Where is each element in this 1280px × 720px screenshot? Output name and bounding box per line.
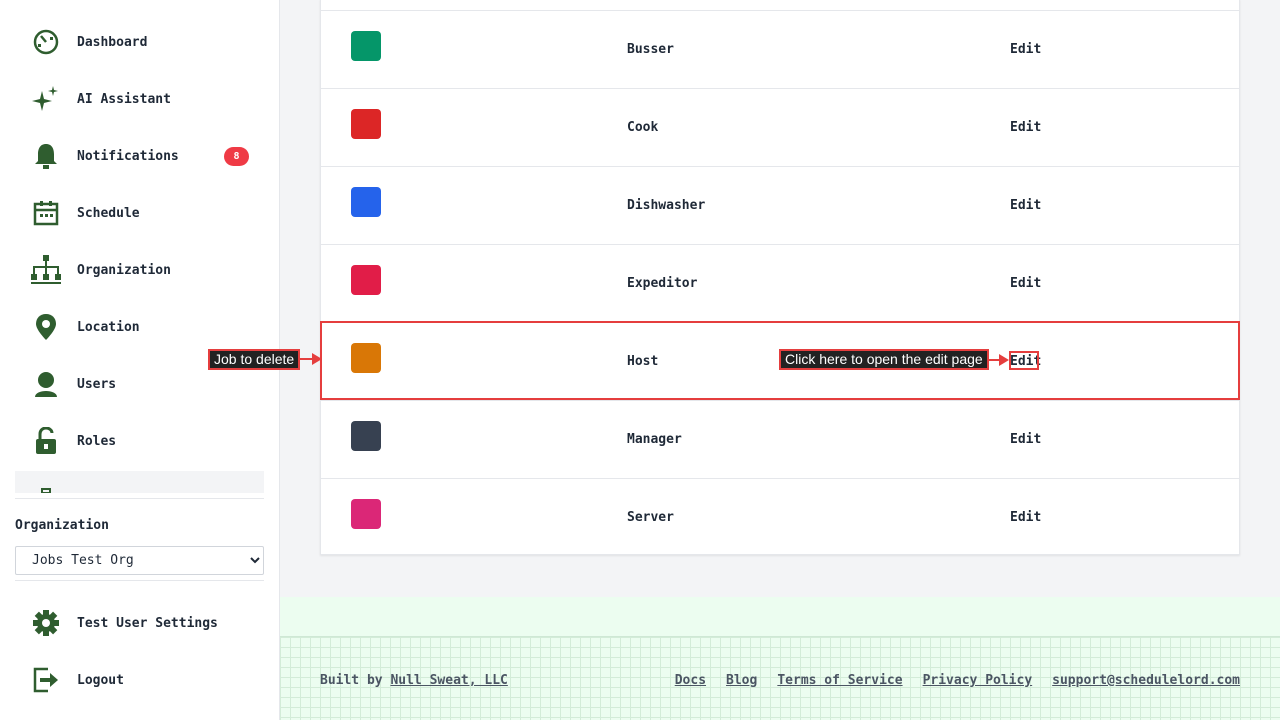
sidebar-item-label: Location: [77, 319, 140, 335]
job-name: Busser: [627, 42, 674, 57]
job-name: Host: [627, 354, 659, 369]
sidebar-item-dashboard[interactable]: Dashboard: [15, 22, 264, 62]
job-color-swatch: [351, 421, 381, 451]
sidebar-item-label: Test User Settings: [77, 615, 218, 631]
sidebar-item-location[interactable]: Location: [15, 307, 264, 347]
annotation-job-to-delete: Job to delete: [208, 349, 301, 370]
briefcase-icon: [30, 485, 62, 493]
edit-link[interactable]: Edit: [1010, 276, 1041, 291]
table-row: Manager Edit: [321, 400, 1239, 478]
footer: Built by Null Sweat, LLC Docs Blog Terms…: [280, 636, 1280, 720]
footer-link-blog[interactable]: Blog: [726, 673, 757, 688]
job-color-swatch: [351, 343, 381, 373]
sidebar-item-users[interactable]: Users: [15, 364, 264, 404]
location-pin-icon: [30, 311, 62, 343]
edit-link[interactable]: Edit: [1010, 120, 1041, 135]
footer-links: Docs Blog Terms of Service Privacy Polic…: [675, 673, 1240, 688]
sidebar-item-label: Logout: [77, 672, 124, 688]
footer-link-terms[interactable]: Terms of Service: [777, 673, 902, 688]
footer-credit: Built by Null Sweat, LLC: [320, 673, 508, 688]
job-name: Server: [627, 510, 674, 525]
sidebar-item-organization[interactable]: Organization: [15, 250, 264, 290]
sidebar-item-label: Organization: [77, 262, 171, 278]
annotation-arrow-head: [312, 353, 322, 365]
footer-link-support-email[interactable]: support@schedulelord.com: [1052, 673, 1240, 688]
sidebar-item-schedule[interactable]: Schedule: [15, 193, 264, 233]
footer-link-docs[interactable]: Docs: [675, 673, 706, 688]
sidebar-item-notifications[interactable]: Notifications 8: [15, 136, 264, 176]
dashboard-icon: [30, 26, 62, 58]
table-row: Expeditor Edit: [321, 244, 1239, 322]
job-name: Manager: [627, 432, 682, 447]
job-color-swatch: [351, 31, 381, 61]
sidebar-item-test-user-settings[interactable]: Test User Settings: [15, 603, 264, 643]
footer-link-privacy[interactable]: Privacy Policy: [923, 673, 1033, 688]
job-color-swatch: [351, 265, 381, 295]
jobs-table: Busser Edit Cook Edit Dishwasher Edit Ex…: [320, 0, 1240, 555]
calendar-icon: [30, 197, 62, 229]
footer-credit-prefix: Built by: [320, 673, 383, 688]
sidebar-item-logout[interactable]: Logout: [15, 660, 264, 700]
sparkle-icon: [30, 83, 62, 115]
bell-icon: [30, 140, 62, 172]
job-name: Dishwasher: [627, 198, 706, 213]
job-color-swatch: [351, 499, 381, 529]
sidebar-item-label: Notifications: [77, 148, 179, 164]
job-name: Expeditor: [627, 276, 698, 291]
edit-link[interactable]: Edit: [1010, 510, 1041, 525]
sidebar-item-label: Dashboard: [77, 34, 148, 50]
job-color-swatch: [351, 187, 381, 217]
table-row: Cook Edit: [321, 88, 1239, 166]
logout-icon: [30, 664, 62, 696]
sidebar-divider: [15, 498, 264, 499]
sidebar-item-ai-assistant[interactable]: AI Assistant: [15, 79, 264, 119]
unlock-icon: [30, 425, 62, 457]
edit-link[interactable]: Edit: [1010, 432, 1041, 447]
sidebar-item-label: Users: [77, 376, 117, 392]
org-chart-icon: [30, 254, 62, 286]
gear-icon: [30, 607, 62, 639]
footer-band: [280, 597, 1280, 637]
footer-company-link[interactable]: Null Sweat, LLC: [390, 673, 507, 688]
table-row: Server Edit: [321, 478, 1239, 556]
annotation-arrow-head: [999, 354, 1009, 366]
organization-label: Organization: [15, 518, 109, 533]
edit-link[interactable]: Edit: [1010, 354, 1041, 369]
sidebar-item-label: AI Assistant: [77, 91, 171, 107]
annotation-edit-hint: Click here to open the edit page: [779, 349, 989, 370]
edit-link[interactable]: Edit: [1010, 198, 1041, 213]
sidebar-item-jobs[interactable]: [15, 471, 264, 493]
job-name: Cook: [627, 120, 659, 135]
sidebar-item-label: Schedule: [77, 205, 140, 221]
notification-count-badge: 8: [224, 146, 249, 166]
sidebar-item-label: Roles: [77, 433, 117, 449]
table-row: Dishwasher Edit: [321, 166, 1239, 244]
edit-link[interactable]: Edit: [1010, 42, 1041, 57]
job-color-swatch: [351, 109, 381, 139]
sidebar-divider: [15, 580, 264, 581]
organization-select[interactable]: Jobs Test Org: [15, 546, 264, 575]
table-row: Busser Edit: [321, 10, 1239, 88]
user-icon: [30, 368, 62, 400]
sidebar-item-roles[interactable]: Roles: [15, 421, 264, 461]
